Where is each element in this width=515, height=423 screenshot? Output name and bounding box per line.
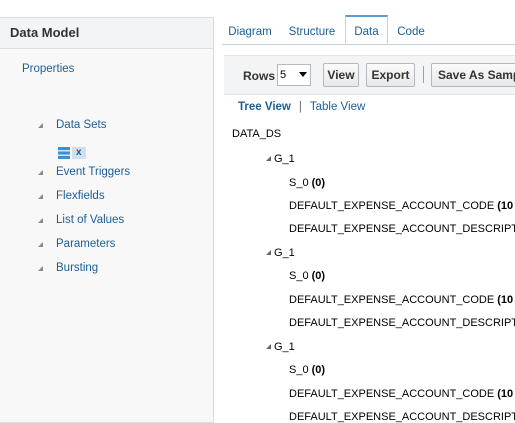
nav-item-bursting[interactable]: Bursting xyxy=(38,262,98,274)
group-name: G_1 xyxy=(274,341,295,353)
view-button[interactable]: View xyxy=(323,63,359,87)
collapsed-triangle-icon[interactable] xyxy=(38,169,43,175)
database-icon xyxy=(58,147,70,159)
collapsed-triangle-icon[interactable] xyxy=(38,217,43,223)
tree-node: DEFAULT_EXPENSE_ACCOUNT_DESCRIPTION xyxy=(289,317,515,329)
data-content: Rows 5 View Export Save As Sample Data T… xyxy=(222,0,515,423)
nav-item-label: Parameters xyxy=(56,238,116,250)
expanded-triangle-icon[interactable] xyxy=(266,156,271,161)
nav-item-label: List of Values xyxy=(56,214,125,226)
nav-properties[interactable]: Properties xyxy=(22,63,74,75)
nav-item-list-of-values[interactable]: List of Values xyxy=(38,214,124,226)
nav-item-flexfields[interactable]: Flexfields xyxy=(38,190,105,202)
tree-node: S_0 (0) xyxy=(289,177,325,189)
nav-item-parameters[interactable]: Parameters xyxy=(38,238,115,250)
view-switcher: Tree View | Table View xyxy=(238,101,365,113)
tree-node: DEFAULT_EXPENSE_ACCOUNT_CODE (10 xyxy=(289,388,513,400)
collapsed-triangle-icon[interactable] xyxy=(38,265,43,271)
panel-title: Data Model xyxy=(0,18,213,49)
panel-splitter[interactable] xyxy=(214,17,222,423)
rows-select[interactable]: 5 xyxy=(277,64,311,86)
dataset-name: x xyxy=(72,147,86,159)
nav-item-label: Event Triggers xyxy=(56,166,131,178)
nav-item-label: Flexfields xyxy=(56,190,105,202)
nav-item-data-sets[interactable]: Data Sets xyxy=(38,119,107,131)
collapsed-triangle-icon[interactable] xyxy=(38,193,43,199)
tree-node: S_0 (0) xyxy=(289,364,325,376)
node-name: DEFAULT_EXPENSE_ACCOUNT_CODE xyxy=(289,200,495,212)
tree-view-link[interactable]: Tree View xyxy=(238,101,291,113)
tree-group[interactable]: G_1 xyxy=(266,341,295,353)
node-value: (0) xyxy=(311,364,326,376)
node-name: S_0 xyxy=(289,364,309,376)
export-button[interactable]: Export xyxy=(366,63,415,87)
rows-value: 5 xyxy=(280,69,287,81)
table-view-link[interactable]: Table View xyxy=(310,101,365,113)
node-name: DEFAULT_EXPENSE_ACCOUNT_CODE xyxy=(289,388,495,400)
dataset-x[interactable]: x xyxy=(58,147,86,159)
data-toolbar: Rows 5 View Export Save As Sample Data xyxy=(224,55,515,95)
node-value: (10 xyxy=(497,388,514,400)
expanded-triangle-icon[interactable] xyxy=(266,344,271,349)
tree-group[interactable]: G_1 xyxy=(266,247,295,259)
node-name: S_0 xyxy=(289,270,309,282)
node-value: (0) xyxy=(311,177,326,189)
tree-group[interactable]: G_1 xyxy=(266,153,295,165)
tree-node: DEFAULT_EXPENSE_ACCOUNT_CODE (10 xyxy=(289,294,513,306)
tree-root: DATA_DS xyxy=(232,128,282,140)
node-value: (10 xyxy=(497,294,514,306)
expanded-triangle-icon[interactable] xyxy=(266,250,271,255)
save-as-sample-data-button[interactable]: Save As Sample Data xyxy=(431,63,515,87)
expanded-triangle-icon[interactable] xyxy=(38,122,43,128)
data-model-panel: Data Model Properties Data Sets x Event … xyxy=(0,17,214,423)
node-value: (10 xyxy=(497,200,514,212)
dropdown-arrow-icon[interactable] xyxy=(299,72,307,77)
tree-node: DEFAULT_EXPENSE_ACCOUNT_DESCRIPTION xyxy=(289,223,515,235)
nav-item-event-triggers[interactable]: Event Triggers xyxy=(38,166,130,178)
nav-item-label: Data Sets xyxy=(56,119,107,131)
nav-item-label: Bursting xyxy=(56,262,99,274)
node-name: DEFAULT_EXPENSE_ACCOUNT_CODE xyxy=(289,294,495,306)
node-name: S_0 xyxy=(289,177,309,189)
collapsed-triangle-icon[interactable] xyxy=(38,241,43,247)
tree-node: S_0 (0) xyxy=(289,270,325,282)
node-value: (0) xyxy=(311,270,326,282)
group-name: G_1 xyxy=(274,153,295,165)
toolbar-separator xyxy=(423,66,424,83)
rows-label: Rows xyxy=(243,69,276,83)
tree-node: DEFAULT_EXPENSE_ACCOUNT_CODE (10 xyxy=(289,200,513,212)
view-separator: | xyxy=(298,101,302,113)
tree-node: DEFAULT_EXPENSE_ACCOUNT_DESCRIPTION xyxy=(289,411,515,423)
group-name: G_1 xyxy=(274,247,295,259)
